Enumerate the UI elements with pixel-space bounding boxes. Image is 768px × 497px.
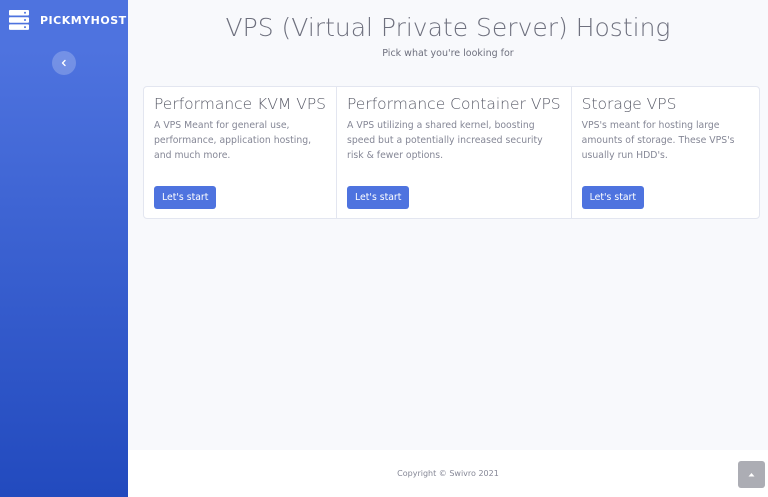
server-stack-icon	[9, 10, 29, 30]
sidebar: PICKMYHOST	[0, 0, 128, 497]
card-title: Storage VPS	[581, 95, 677, 113]
plan-card-group: Performance KVM VPS A VPS Meant for gene…	[143, 86, 760, 219]
card-description: A VPS utilizing a shared kernel, boostin…	[347, 120, 543, 161]
card-title: Performance Container VPS	[347, 95, 561, 113]
chevron-up-icon	[748, 473, 755, 477]
main-content: VPS (Virtual Private Server) Hosting Pic…	[128, 0, 768, 497]
card-title: Performance KVM VPS	[154, 95, 327, 113]
lets-start-button-kvm[interactable]: Let's start	[154, 186, 217, 209]
brand-name: PICKMYHOST	[40, 13, 127, 27]
copyright-text: Copyright © Swivro 2021	[397, 469, 499, 478]
chevron-left-icon	[61, 59, 66, 67]
brand-link[interactable]: PICKMYHOST	[8, 8, 127, 32]
page-subtitle: Pick what you're looking for	[382, 48, 514, 59]
scroll-to-top-button[interactable]	[738, 461, 765, 488]
sidebar-toggle-button[interactable]	[52, 51, 76, 75]
lets-start-button-container[interactable]: Let's start	[347, 186, 410, 209]
card-description: VPS's meant for hosting large amounts of…	[581, 120, 735, 161]
card-description: A VPS Meant for general use, performance…	[154, 120, 312, 161]
page-title: VPS (Virtual Private Server) Hosting	[225, 13, 671, 42]
plan-card-kvm: Performance KVM VPS A VPS Meant for gene…	[144, 87, 338, 218]
plan-card-storage: Storage VPS VPS's meant for hosting larg…	[572, 87, 759, 218]
lets-start-button-storage[interactable]: Let's start	[581, 186, 645, 209]
plan-card-container: Performance Container VPS A VPS utilizin…	[337, 87, 572, 218]
footer: Copyright © Swivro 2021	[128, 450, 768, 497]
